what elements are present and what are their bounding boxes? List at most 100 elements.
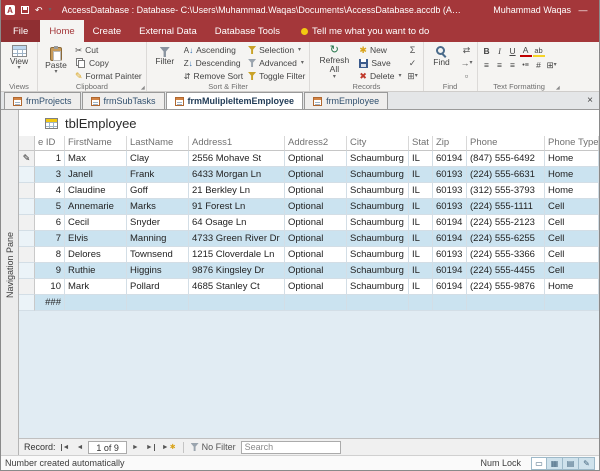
delete-record-button[interactable]: ✖ Delete ▾: [358, 70, 402, 82]
save-icon[interactable]: [21, 6, 29, 14]
filter-status-button[interactable]: No Filter: [189, 442, 238, 452]
minimize-button[interactable]: —: [571, 5, 595, 15]
datasheet-cell[interactable]: (224) 555-4455: [467, 263, 545, 279]
italic-button[interactable]: I: [494, 45, 506, 58]
datasheet-cell[interactable]: 10: [35, 279, 65, 295]
bold-button[interactable]: B: [481, 45, 493, 58]
datasheet-cell[interactable]: 6433 Morgan Ln: [189, 167, 285, 183]
save-record-button[interactable]: Save: [358, 57, 402, 69]
first-record-button[interactable]: ◄: [59, 441, 72, 454]
new-blank-record-button[interactable]: ►✱: [160, 441, 178, 454]
datasheet-cell[interactable]: (224) 555-3366: [467, 247, 545, 263]
row-selector[interactable]: [19, 183, 35, 199]
doc-tab-frmMulipleItemEmployee[interactable]: frmMulipleItemEmployee: [166, 92, 304, 109]
datasheet-cell[interactable]: 60193: [433, 167, 467, 183]
row-selector[interactable]: ✎: [19, 151, 35, 167]
datasheet-cell[interactable]: Optional: [285, 151, 347, 167]
undo-icon[interactable]: ↶: [35, 5, 43, 15]
datasheet-cell[interactable]: Snyder: [127, 215, 189, 231]
datasheet-cell[interactable]: [127, 295, 189, 311]
column-header-address1[interactable]: Address1: [189, 136, 285, 151]
datasheet-cell[interactable]: IL: [409, 151, 433, 167]
datasheet-cell[interactable]: Schaumburg: [347, 215, 409, 231]
column-header-firstname[interactable]: FirstName: [65, 136, 127, 151]
datasheet-cell[interactable]: Schaumburg: [347, 199, 409, 215]
datasheet-cell[interactable]: Max: [65, 151, 127, 167]
datasheet-cell[interactable]: 21 Berkley Ln: [189, 183, 285, 199]
row-selector[interactable]: [19, 263, 35, 279]
datasheet-cell[interactable]: Optional: [285, 247, 347, 263]
datasheet-cell[interactable]: IL: [409, 183, 433, 199]
datasheet-cell[interactable]: 1215 Cloverdale Ln: [189, 247, 285, 263]
datasheet-cell[interactable]: 60193: [433, 199, 467, 215]
datasheet-cell[interactable]: Schaumburg: [347, 231, 409, 247]
datasheet-cell[interactable]: 1: [35, 151, 65, 167]
tell-me-box[interactable]: Tell me what you want to do: [301, 20, 429, 42]
datasheet-cell[interactable]: Optional: [285, 199, 347, 215]
doc-tab-frmEmployee[interactable]: frmEmployee: [304, 92, 388, 109]
datasheet-cell[interactable]: 64 Osage Ln: [189, 215, 285, 231]
datasheet-cell[interactable]: 6: [35, 215, 65, 231]
datasheet-cell[interactable]: 4733 Green River Dr: [189, 231, 285, 247]
access-app-icon[interactable]: A: [5, 5, 15, 15]
datasheet-cell[interactable]: IL: [409, 199, 433, 215]
datasheet-cell[interactable]: Optional: [285, 183, 347, 199]
cut-button[interactable]: ✂ Cut: [74, 44, 143, 56]
datasheet-cell[interactable]: 2556 Mohave St: [189, 151, 285, 167]
advanced-button[interactable]: Advanced ▾: [247, 57, 306, 69]
align-right-button[interactable]: ≡: [507, 59, 519, 72]
signed-in-user[interactable]: Muhammad Waqas: [493, 5, 571, 15]
more-button[interactable]: ⊞▾: [406, 70, 420, 82]
font-color-button[interactable]: A: [520, 46, 532, 57]
find-button[interactable]: Find: [427, 44, 457, 68]
datasheet-cell[interactable]: 4: [35, 183, 65, 199]
refresh-all-button[interactable]: ↻ Refresh All ▾: [313, 44, 355, 81]
gridlines-button[interactable]: ⊞▾: [546, 59, 558, 72]
datasheet-cell[interactable]: Janell: [65, 167, 127, 183]
datasheet-cell[interactable]: Frank: [127, 167, 189, 183]
datasheet-cell[interactable]: [467, 295, 545, 311]
datasheet-cell[interactable]: [189, 295, 285, 311]
close-document-icon[interactable]: ×: [587, 95, 593, 106]
datasheet-cell[interactable]: 91 Forest Ln: [189, 199, 285, 215]
datasheet-view-button[interactable]: ▦: [547, 457, 563, 470]
paste-button[interactable]: Paste ▾: [41, 44, 71, 76]
descending-button[interactable]: Z↓ Descending: [183, 57, 244, 69]
datasheet-cell[interactable]: 9876 Kingsley Dr: [189, 263, 285, 279]
text-highlight-button[interactable]: ab: [533, 46, 545, 57]
datasheet-cell[interactable]: Marks: [127, 199, 189, 215]
tab-file[interactable]: File: [1, 20, 40, 42]
record-search-input[interactable]: [241, 441, 341, 454]
datasheet-cell[interactable]: 4685 Stanley Ct: [189, 279, 285, 295]
column-header-state[interactable]: Stat: [409, 136, 433, 151]
datasheet-cell[interactable]: ###: [35, 295, 65, 311]
form-view-button[interactable]: ▭: [531, 457, 547, 470]
column-header-lastname[interactable]: LastName: [127, 136, 189, 151]
format-painter-button[interactable]: ✎ Format Painter: [74, 70, 143, 82]
datasheet-cell[interactable]: 60194: [433, 151, 467, 167]
toggle-filter-button[interactable]: Toggle Filter: [247, 70, 306, 82]
datasheet-cell[interactable]: (312) 555-3793: [467, 183, 545, 199]
datasheet-cell[interactable]: Schaumburg: [347, 167, 409, 183]
datasheet-cell[interactable]: IL: [409, 215, 433, 231]
bullets-button[interactable]: •≡: [520, 59, 532, 72]
datasheet-cell[interactable]: (224) 555-6631: [467, 167, 545, 183]
datasheet-cell[interactable]: (847) 555-6492: [467, 151, 545, 167]
row-selector[interactable]: [19, 199, 35, 215]
datasheet-cell[interactable]: 3: [35, 167, 65, 183]
datasheet-cell[interactable]: [545, 295, 599, 311]
datasheet-cell[interactable]: Home: [545, 279, 599, 295]
datasheet-cell[interactable]: Schaumburg: [347, 263, 409, 279]
layout-view-button[interactable]: ▤: [563, 457, 579, 470]
remove-sort-button[interactable]: ⇵ Remove Sort: [183, 70, 244, 82]
datasheet-cell[interactable]: Delores: [65, 247, 127, 263]
datasheet-cell[interactable]: IL: [409, 231, 433, 247]
datasheet-cell[interactable]: Schaumburg: [347, 151, 409, 167]
datasheet-cell[interactable]: [347, 295, 409, 311]
datasheet-cell[interactable]: Schaumburg: [347, 183, 409, 199]
datasheet-cell[interactable]: 9: [35, 263, 65, 279]
filter-button[interactable]: Filter: [150, 44, 180, 67]
row-selector[interactable]: [19, 279, 35, 295]
doc-tab-frmSubTasks[interactable]: frmSubTasks: [82, 92, 165, 109]
numbering-button[interactable]: #: [533, 59, 545, 72]
